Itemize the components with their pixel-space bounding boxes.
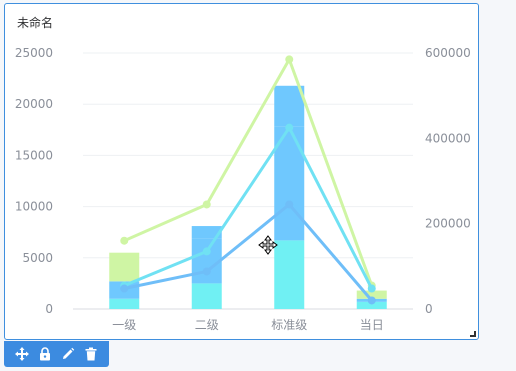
x-tick-label: 二级 — [195, 318, 219, 332]
y-left-tick-label: 15000 — [15, 148, 53, 162]
chart-widget[interactable]: 未命名 0 5000 10000 15000 20000 25000 0 200000 4000… — [4, 3, 479, 340]
move-cursor-icon — [258, 235, 278, 255]
y-right-tick-label: 400000 — [425, 131, 471, 145]
y-right-tick-label: 0 — [425, 302, 433, 316]
combo-chart: 0 5000 10000 15000 20000 25000 0 200000 400000 60… — [15, 46, 471, 332]
bar-segment — [191, 283, 222, 309]
move-icon[interactable] — [14, 346, 30, 362]
bar-segment — [191, 238, 222, 284]
series-line — [123, 126, 374, 290]
series-point — [202, 267, 211, 276]
x-tick-label: 当日 — [360, 318, 384, 332]
lock-icon[interactable] — [37, 346, 53, 362]
y-left-tick-label: 0 — [45, 302, 53, 316]
series-point — [285, 200, 294, 209]
widget-toolbar — [4, 341, 109, 367]
series-point — [120, 284, 129, 293]
bar-segment — [274, 240, 305, 309]
x-tick-label: 标准级 — [271, 318, 307, 332]
delete-icon[interactable] — [83, 346, 99, 362]
series-point — [120, 236, 129, 245]
y-left-tick-label: 10000 — [15, 200, 53, 214]
y-left-tick-label: 25000 — [15, 46, 53, 60]
y-left-tick-label: 5000 — [22, 251, 53, 265]
series-point — [367, 284, 376, 293]
bar-segment — [109, 298, 140, 309]
y-left-tick-label: 20000 — [15, 97, 53, 111]
series-point — [202, 247, 211, 256]
series-point — [202, 200, 211, 209]
resize-handle-icon[interactable] — [470, 331, 476, 337]
series-point — [367, 296, 376, 305]
series-point — [285, 55, 294, 64]
x-tick-label: 一级 — [112, 318, 136, 332]
y-right-tick-label: 200000 — [425, 217, 471, 231]
y-right-tick-label: 600000 — [425, 46, 471, 60]
series-point — [285, 123, 294, 132]
series-line — [123, 57, 374, 287]
bar-segment — [109, 252, 140, 282]
edit-icon[interactable] — [60, 346, 76, 362]
